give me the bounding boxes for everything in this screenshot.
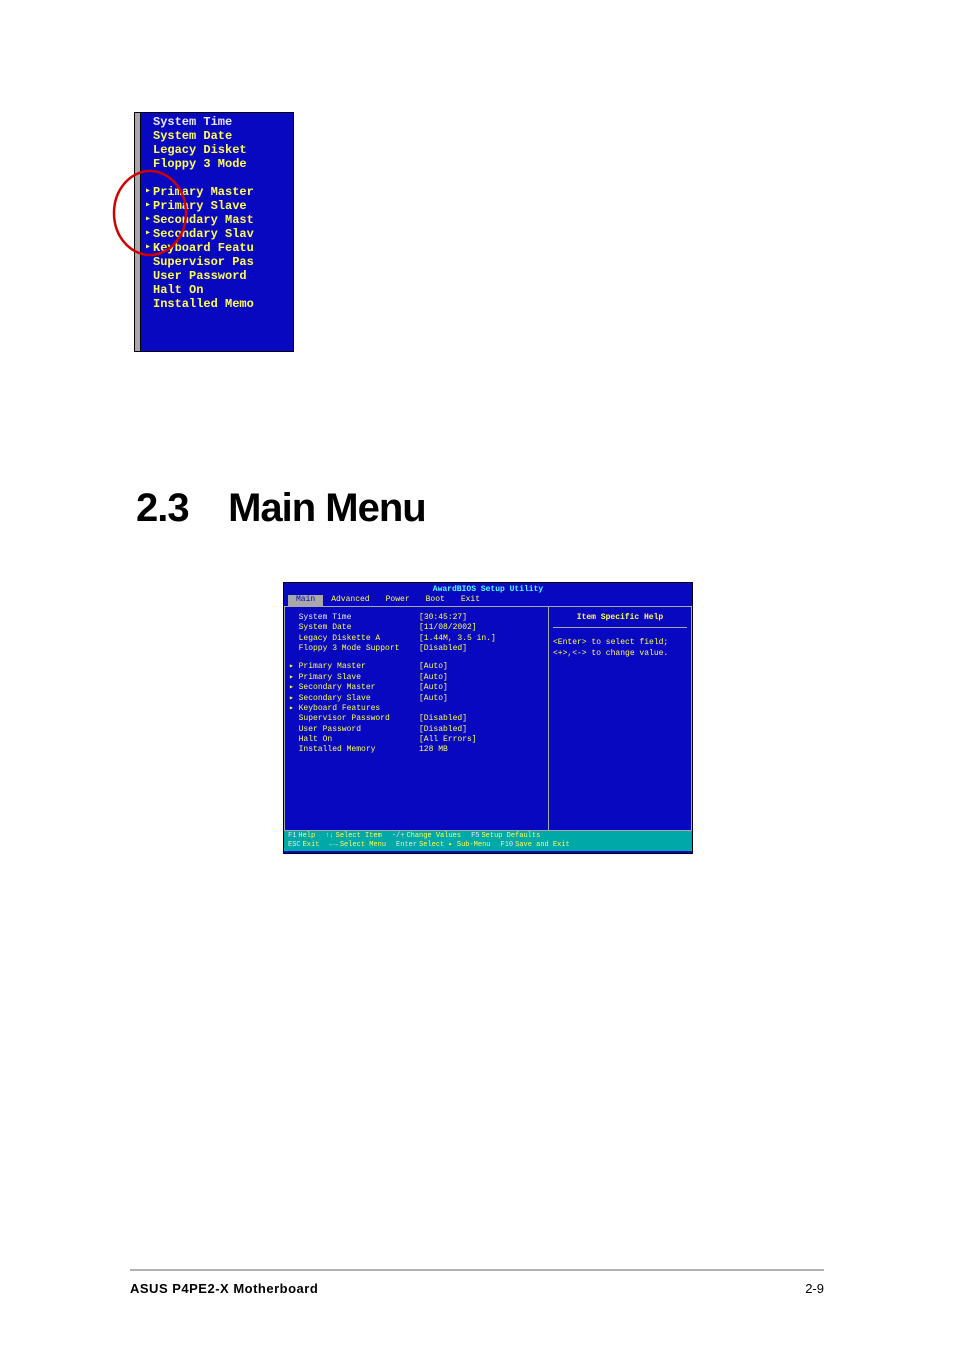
bios-menubar: MainAdvancedPowerBootExit bbox=[284, 595, 692, 605]
bios-title: AwardBIOS Setup Utility bbox=[284, 583, 692, 595]
page-number: 2-9 bbox=[805, 1281, 824, 1296]
help-text-1: <Enter> to select field; bbox=[553, 638, 687, 648]
setting-value: [11/08/2002] bbox=[419, 623, 477, 633]
footer-desc: Help bbox=[298, 832, 315, 841]
section-heading: 2.3 Main Menu bbox=[136, 486, 426, 531]
bios-setting-row[interactable]: Supervisor Password[Disabled] bbox=[289, 714, 544, 724]
footer-key: ↑↓ bbox=[325, 832, 333, 841]
bios-zoom-line: Primary Slave bbox=[153, 199, 247, 213]
submenu-marker-icon: ▸ bbox=[145, 227, 151, 239]
footer-key: F5 bbox=[471, 832, 479, 841]
setting-label: ▸ Secondary Slave bbox=[289, 694, 419, 704]
footer-key: ESC bbox=[288, 841, 301, 850]
bios-zoom-line: System Date bbox=[153, 129, 232, 143]
section-number: 2.3 bbox=[136, 486, 189, 531]
bios-setting-row[interactable]: System Date[11/08/2002] bbox=[289, 623, 544, 633]
bios-setting-row[interactable]: Legacy Diskette A[1.44M, 3.5 in.] bbox=[289, 634, 544, 644]
setting-label: Supervisor Password bbox=[289, 714, 419, 724]
bios-setting-row[interactable]: Halt On[All Errors] bbox=[289, 735, 544, 745]
setting-value: [Auto] bbox=[419, 662, 448, 672]
bios-content: System Time[30:45:27] System Date[11/08/… bbox=[284, 606, 692, 831]
bios-zoom-line: Installed Memo bbox=[153, 297, 254, 311]
setting-label: Legacy Diskette A bbox=[289, 634, 419, 644]
footer-desc: Exit bbox=[303, 841, 320, 850]
setting-value: [30:45:27] bbox=[419, 613, 467, 623]
setting-label: ▸ Primary Slave bbox=[289, 673, 419, 683]
footer-key: -/+ bbox=[392, 832, 405, 841]
bios-zoom-line: Primary Master bbox=[153, 185, 254, 199]
footer-key: Enter bbox=[396, 841, 417, 850]
setting-value: [Disabled] bbox=[419, 714, 467, 724]
bios-tab-power[interactable]: Power bbox=[378, 595, 418, 605]
setting-value: [Auto] bbox=[419, 683, 448, 693]
bios-tab-advanced[interactable]: Advanced bbox=[323, 595, 377, 605]
submenu-marker-icon: ▸ bbox=[145, 213, 151, 225]
bios-zoom-crop: System TimeSystem DateLegacy DisketFlopp… bbox=[134, 112, 294, 352]
setting-value: [Disabled] bbox=[419, 644, 467, 654]
footer-key: F10 bbox=[501, 841, 514, 850]
help-text-2: <+>,<-> to change value. bbox=[553, 649, 687, 659]
setting-label: User Password bbox=[289, 725, 419, 735]
footer-desc: Select Item bbox=[336, 832, 382, 841]
footer-desc: Setup Defaults bbox=[481, 832, 540, 841]
bios-setting-row[interactable]: Floppy 3 Mode Support[Disabled] bbox=[289, 644, 544, 654]
setting-label: ▸ Keyboard Features bbox=[289, 704, 419, 714]
bios-zoom-line: Secondary Mast bbox=[153, 213, 254, 227]
setting-label: ▸ Primary Master bbox=[289, 662, 419, 672]
bios-zoom-line: Halt On bbox=[153, 283, 203, 297]
bios-tab-main[interactable]: Main bbox=[288, 595, 323, 605]
page-divider bbox=[130, 1269, 824, 1271]
footer-desc: Select Menu bbox=[340, 841, 386, 850]
bios-zoom-line: Supervisor Pas bbox=[153, 255, 254, 269]
setting-value: [All Errors] bbox=[419, 735, 477, 745]
footer-desc: Select ▸ Sub-Menu bbox=[419, 841, 490, 850]
bios-zoom-line: Keyboard Featu bbox=[153, 241, 254, 255]
setting-label: System Date bbox=[289, 623, 419, 633]
bios-help-pane: Item Specific Help <Enter> to select fie… bbox=[549, 606, 692, 831]
bios-screenshot: AwardBIOS Setup Utility MainAdvancedPowe… bbox=[283, 582, 693, 854]
submenu-marker-icon: ▸ bbox=[145, 241, 151, 253]
bios-setting-row[interactable]: ▸ Secondary Master[Auto] bbox=[289, 683, 544, 693]
bios-zoom-line: User Password bbox=[153, 269, 247, 283]
bios-zoom-line: Floppy 3 Mode bbox=[153, 157, 247, 171]
footer-desc: Save and Exit bbox=[515, 841, 570, 850]
setting-value: [1.44M, 3.5 in.] bbox=[419, 634, 496, 644]
bios-tab-exit[interactable]: Exit bbox=[453, 595, 488, 605]
footer-brand: ASUS P4PE2-X Motherboard bbox=[130, 1281, 318, 1296]
bios-setting-row[interactable]: Installed Memory128 MB bbox=[289, 745, 544, 755]
setting-label: Floppy 3 Mode Support bbox=[289, 644, 419, 654]
bios-setting-row[interactable]: ▸ Secondary Slave[Auto] bbox=[289, 694, 544, 704]
bios-setting-row[interactable]: User Password[Disabled] bbox=[289, 725, 544, 735]
setting-value: [Auto] bbox=[419, 673, 448, 683]
bios-setting-row[interactable]: System Time[30:45:27] bbox=[289, 613, 544, 623]
bios-footer-bar: F1Help ↑↓Select Item -/+Change Values F5Set… bbox=[284, 831, 692, 851]
setting-value: [Auto] bbox=[419, 694, 448, 704]
bios-setting-row[interactable]: ▸ Keyboard Features bbox=[289, 704, 544, 714]
bios-zoom-line: Legacy Disket bbox=[153, 143, 247, 157]
setting-label: ▸ Secondary Master bbox=[289, 683, 419, 693]
footer-desc: Change Values bbox=[406, 832, 461, 841]
bios-setting-row[interactable]: ▸ Primary Master[Auto] bbox=[289, 662, 544, 672]
setting-value: 128 MB bbox=[419, 745, 448, 755]
bios-tab-boot[interactable]: Boot bbox=[418, 595, 453, 605]
footer-key: ←→ bbox=[329, 841, 337, 850]
bios-zoom-line: System Time bbox=[153, 115, 232, 129]
help-header: Item Specific Help bbox=[553, 611, 687, 628]
bios-setting-row[interactable]: ▸ Primary Slave[Auto] bbox=[289, 673, 544, 683]
setting-value: [Disabled] bbox=[419, 725, 467, 735]
page-footer: ASUS P4PE2-X Motherboard 2-9 bbox=[130, 1281, 824, 1296]
footer-key: F1 bbox=[288, 832, 296, 841]
setting-label: System Time bbox=[289, 613, 419, 623]
highlighted-value: 30 bbox=[424, 613, 434, 622]
section-title: Main Menu bbox=[228, 486, 426, 531]
submenu-marker-icon: ▸ bbox=[145, 185, 151, 197]
bios-settings-pane: System Time[30:45:27] System Date[11/08/… bbox=[284, 606, 549, 831]
submenu-marker-icon: ▸ bbox=[145, 199, 151, 211]
setting-label: Installed Memory bbox=[289, 745, 419, 755]
bios-zoom-line: Secondary Slav bbox=[153, 227, 254, 241]
setting-label: Halt On bbox=[289, 735, 419, 745]
